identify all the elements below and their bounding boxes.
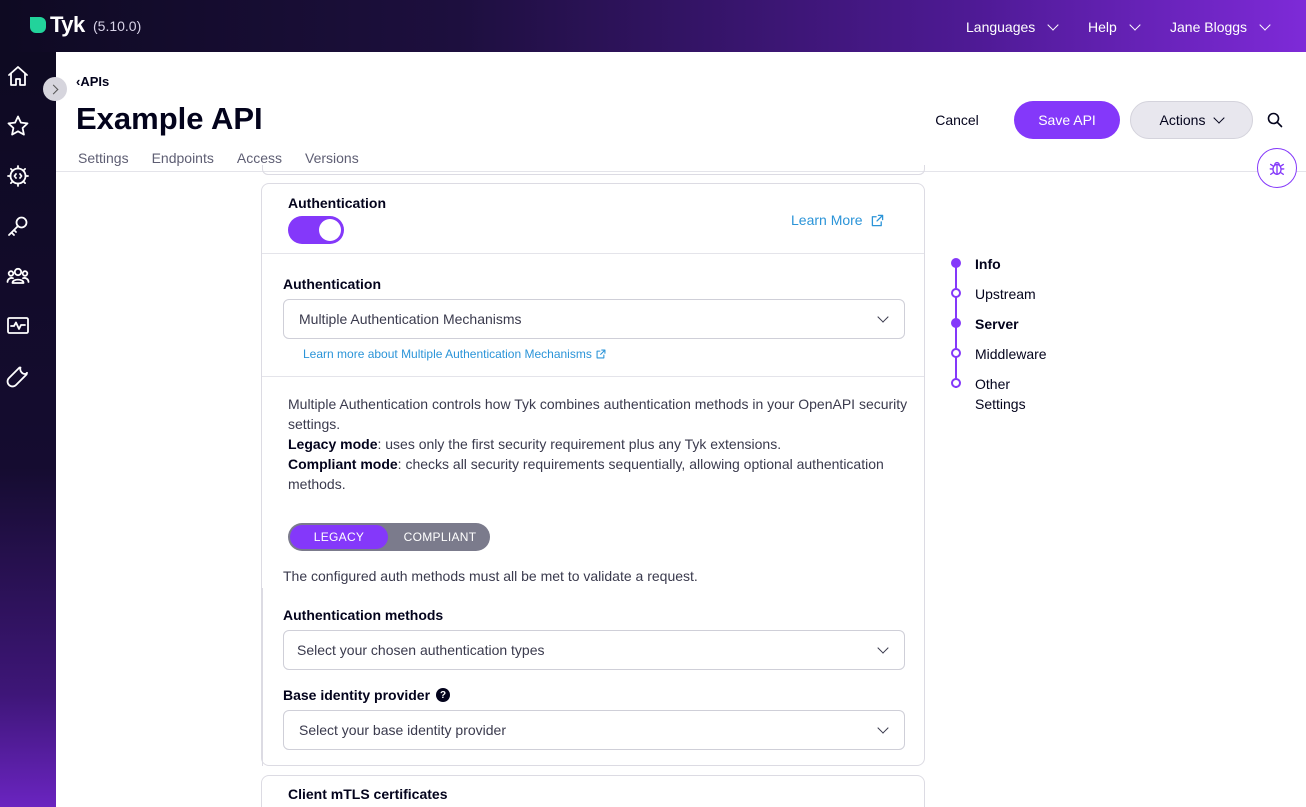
tab-access[interactable]: Access — [237, 150, 282, 166]
step-dot — [951, 288, 961, 298]
chevron-down-icon — [877, 642, 889, 654]
section-divider — [262, 253, 924, 254]
key-icon[interactable] — [6, 214, 30, 238]
step-label: Other Settings — [975, 376, 1026, 412]
bug-report-button[interactable] — [1257, 148, 1297, 188]
idp-label-row: Base identity provider ? — [283, 687, 451, 703]
help-label: Help — [1088, 19, 1117, 35]
step-dot — [951, 378, 961, 388]
breadcrumb-apis: APIs — [80, 74, 110, 89]
auth-mode-switch: LEGACY COMPLIANT — [288, 523, 490, 551]
chevron-down-icon — [1129, 18, 1141, 31]
actions-button[interactable]: Actions — [1130, 101, 1253, 139]
multi-auth-learn-link[interactable]: Learn more about Multiple Authentication… — [303, 347, 606, 361]
step-label: Info — [975, 256, 1001, 272]
version-label: (5.10.0) — [93, 18, 142, 34]
external-link-icon — [871, 214, 883, 226]
chevron-right-icon — [48, 84, 59, 94]
help-icon[interactable]: ? — [436, 688, 451, 702]
chevron-down-icon — [1259, 18, 1271, 31]
sidebar — [0, 52, 56, 807]
external-link-icon — [596, 349, 606, 359]
authentication-card: Authentication Learn More Authentication… — [261, 183, 925, 766]
mode-compliant-option[interactable]: COMPLIANT — [392, 525, 488, 549]
toggle-knob — [319, 219, 341, 241]
learn-more-label: Learn More — [791, 212, 863, 228]
authentication-toggle[interactable] — [288, 216, 344, 244]
auth-methods-label: Authentication methods — [283, 607, 444, 623]
tab-settings[interactable]: Settings — [78, 150, 129, 166]
learn-more-link[interactable]: Learn More — [791, 212, 884, 228]
save-api-button[interactable]: Save API — [1014, 101, 1120, 139]
brand-name: Tyk — [50, 12, 85, 37]
cancel-button[interactable]: Cancel — [920, 103, 994, 137]
chevron-down-icon — [1213, 111, 1226, 124]
step-label: Server — [975, 316, 1019, 332]
chevron-down-icon — [877, 722, 889, 734]
desc-intro: Multiple Authentication controls how Tyk… — [288, 396, 908, 432]
tab-versions[interactable]: Versions — [305, 150, 359, 166]
auth-methods-placeholder: Select your chosen authentication types — [297, 642, 545, 658]
idp-placeholder: Select your base identity provider — [299, 722, 506, 738]
multi-auth-link-label: Learn more about Multiple Authentication… — [303, 347, 592, 361]
mtls-card: Client mTLS certificates — [261, 775, 925, 807]
auth-methods-select[interactable]: Select your chosen authentication types — [283, 630, 905, 670]
auth-mechanism-select[interactable]: Multiple Authentication Mechanisms — [283, 299, 905, 339]
actions-label: Actions — [1159, 112, 1206, 128]
idp-label: Base identity provider — [283, 687, 431, 703]
users-icon[interactable] — [6, 264, 30, 288]
section-divider — [262, 376, 924, 377]
step-dot — [951, 318, 961, 328]
api-tabs: Settings Endpoints Access Versions — [78, 150, 359, 166]
tyk-logo[interactable]: Tyk — [30, 14, 85, 36]
languages-label: Languages — [966, 19, 1036, 35]
legacy-term: Legacy mode — [288, 436, 378, 452]
expand-sidebar-button[interactable] — [43, 77, 67, 101]
languages-menu[interactable]: Languages — [966, 18, 1059, 35]
multi-auth-description: Multiple Authentication controls how Tyk… — [288, 394, 908, 494]
legacy-text: : uses only the first security requireme… — [377, 436, 782, 452]
step-label: Middleware — [975, 346, 1047, 362]
previous-card-bottom — [262, 165, 925, 175]
step-dot — [951, 348, 961, 358]
idp-select[interactable]: Select your base identity provider — [283, 710, 905, 750]
breadcrumb[interactable]: ‹APIs — [76, 74, 109, 89]
authentication-heading: Authentication — [288, 195, 386, 211]
bug-icon — [1269, 161, 1285, 175]
user-menu[interactable]: Jane Bloggs — [1170, 18, 1271, 35]
nested-rule — [262, 588, 263, 766]
help-menu[interactable]: Help — [1088, 18, 1141, 35]
step-label: Upstream — [975, 286, 1036, 302]
mtls-heading: Client mTLS certificates — [288, 786, 448, 802]
tab-endpoints[interactable]: Endpoints — [152, 150, 214, 166]
compliant-term: Compliant mode — [288, 456, 398, 472]
auth-mechanism-value: Multiple Authentication Mechanisms — [299, 311, 522, 327]
wrench-icon[interactable] — [6, 364, 30, 388]
user-name: Jane Bloggs — [1170, 19, 1248, 35]
star-icon[interactable] — [6, 114, 30, 138]
top-bar: Tyk (5.10.0) Languages Help Jane Bloggs — [0, 0, 1306, 52]
auth-mechanism-label: Authentication — [283, 276, 381, 292]
desc-legacy: Legacy mode: uses only the first securit… — [288, 434, 908, 454]
page-title: Example API — [76, 101, 263, 136]
chevron-down-icon — [1047, 18, 1059, 31]
chevron-down-icon — [877, 311, 889, 323]
api-gear-icon[interactable] — [6, 164, 30, 188]
mode-note: The configured auth methods must all be … — [283, 568, 698, 584]
tyk-logo-mark — [30, 17, 46, 33]
monitor-activity-icon[interactable] — [6, 314, 30, 338]
home-icon[interactable] — [6, 64, 30, 88]
desc-compliant: Compliant mode: checks all security requ… — [288, 454, 908, 494]
mode-legacy-option[interactable]: LEGACY — [290, 525, 388, 549]
step-dot — [951, 258, 961, 268]
search-icon[interactable] — [1266, 111, 1284, 129]
